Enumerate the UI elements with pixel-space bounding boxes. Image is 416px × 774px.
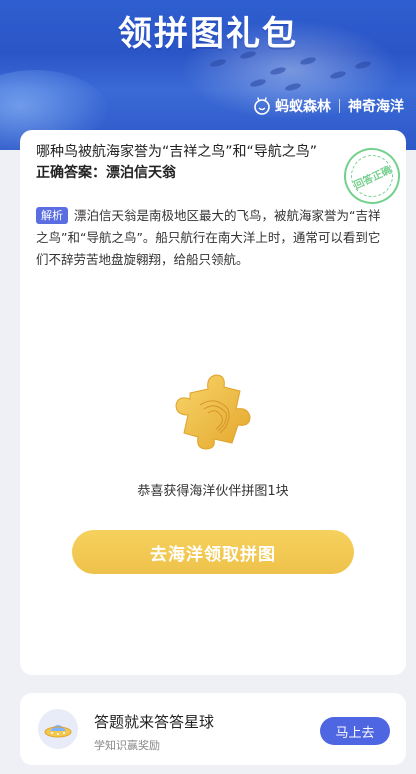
go-now-button[interactable]: 马上去 [320, 717, 390, 745]
quiz-result-card: 哪种鸟被航海家誉为“吉祥之鸟”和“导航之鸟” 正确答案：漂泊信天翁 回答正确 解… [20, 130, 410, 675]
brand-magic-ocean: 神奇海洋 [348, 99, 404, 115]
brand-ant-forest: 蚂蚁森林 [275, 99, 331, 115]
banner-title: 领拼图礼包 [118, 14, 298, 54]
analysis-text: 漂泊信天翁是南极地区最大的飞鸟，被航海家誉为“吉祥之鸟”和“导航之鸟”。船只航行… [36, 208, 381, 267]
reward-message: 恭喜获得海洋伙伴拼图1块 [137, 484, 289, 499]
claim-puzzle-button[interactable]: 去海洋领取拼图 [72, 530, 354, 574]
analysis-block: 解析 漂泊信天翁是南极地区最大的飞鸟，被航海家誉为“吉祥之鸟”和“导航之鸟”。船只… [36, 205, 392, 271]
ant-forest-logo-icon [254, 97, 270, 115]
analysis-tag: 解析 [36, 207, 68, 224]
stamp-text: 回答正确 [352, 164, 394, 192]
answer-prefix: 正确答案： [36, 165, 106, 181]
header-banner: 领拼图礼包 蚂蚁森林 神奇海洋 [0, 0, 416, 150]
brand-row: 蚂蚁森林 神奇海洋 [253, 96, 404, 116]
question-text: 哪种鸟被航海家誉为“吉祥之鸟”和“导航之鸟” [36, 144, 318, 160]
puzzle-piece-icon [175, 374, 251, 450]
answer-value: 漂泊信天翁 [106, 165, 176, 181]
promo-title: 答题就来答答星球 [94, 713, 215, 731]
correct-answer: 正确答案：漂泊信天翁 [36, 163, 176, 183]
promo-card[interactable]: 答题就来答答星球 学知识赢奖励 马上去 [20, 693, 406, 765]
planet-ufo-icon [38, 709, 78, 749]
brand-separator [339, 99, 340, 113]
promo-subtitle: 学知识赢奖励 [94, 739, 160, 752]
